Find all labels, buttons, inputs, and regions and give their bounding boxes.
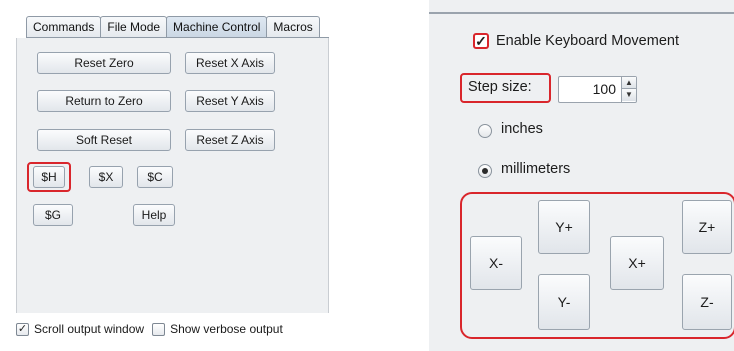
- jog-y-minus-button[interactable]: Y-: [538, 274, 590, 330]
- reset-x-axis-button[interactable]: Reset X Axis: [185, 52, 275, 74]
- tab-commands[interactable]: Commands: [26, 16, 102, 38]
- millimeters-radio[interactable]: [478, 164, 492, 178]
- verbose-output-checkbox[interactable]: [152, 322, 166, 336]
- tab-bar: Commands File Mode Machine Control Macro…: [26, 16, 320, 38]
- tab-macros[interactable]: Macros: [266, 16, 320, 38]
- jog-z-minus-button[interactable]: Z-: [682, 274, 732, 330]
- jog-x-plus-button[interactable]: X+: [610, 236, 664, 290]
- keyboard-movement-checkbox[interactable]: ✓: [473, 33, 489, 49]
- return-to-zero-button[interactable]: Return to Zero: [37, 90, 171, 112]
- jog-x-minus-button[interactable]: X-: [470, 236, 522, 290]
- machine-control-tab-body: Reset Zero Reset X Axis Return to Zero R…: [16, 38, 329, 313]
- arrow-down-icon[interactable]: ▼: [622, 89, 636, 101]
- millimeters-label: millimeters: [501, 161, 571, 177]
- radio-selected-dot: [482, 168, 488, 174]
- keyboard-movement-label: Enable Keyboard Movement: [496, 33, 679, 49]
- home-command-button[interactable]: $H: [33, 166, 65, 188]
- verbose-output-label: Show verbose output: [170, 322, 283, 336]
- tab-file-mode[interactable]: File Mode: [100, 16, 168, 38]
- unlock-command-button[interactable]: $X: [89, 166, 123, 188]
- panel-top-border: [429, 12, 734, 14]
- scroll-output-checkbox[interactable]: ✓: [16, 322, 29, 336]
- reset-zero-button[interactable]: Reset Zero: [37, 52, 171, 74]
- reset-y-axis-button[interactable]: Reset Y Axis: [185, 90, 275, 112]
- reset-z-axis-button[interactable]: Reset Z Axis: [185, 129, 275, 151]
- step-size-label: Step size:: [468, 79, 532, 95]
- keyboard-jog-panel: ✓ Enable Keyboard Movement Step size: 10…: [429, 0, 734, 351]
- checkmark-icon: ✓: [17, 322, 28, 335]
- output-options: ✓ Scroll output window Show verbose outp…: [16, 322, 283, 336]
- soft-reset-button[interactable]: Soft Reset: [37, 129, 171, 151]
- machine-control-panel: Commands File Mode Machine Control Macro…: [6, 0, 337, 351]
- checkmark-icon: ✓: [475, 33, 487, 49]
- step-size-value[interactable]: 100: [559, 81, 616, 97]
- gcode-state-button[interactable]: $G: [33, 204, 73, 226]
- spinner-buttons: ▲ ▼: [621, 77, 636, 102]
- inches-radio[interactable]: [478, 124, 492, 138]
- scroll-output-label: Scroll output window: [34, 322, 145, 336]
- step-size-spinner[interactable]: 100 ▲ ▼: [558, 76, 637, 103]
- arrow-up-icon[interactable]: ▲: [622, 77, 636, 89]
- inches-label: inches: [501, 121, 543, 137]
- help-button[interactable]: Help: [133, 204, 175, 226]
- jog-z-plus-button[interactable]: Z+: [682, 200, 732, 254]
- check-command-button[interactable]: $C: [137, 166, 173, 188]
- tab-machine-control[interactable]: Machine Control: [166, 16, 268, 38]
- jog-y-plus-button[interactable]: Y+: [538, 200, 590, 254]
